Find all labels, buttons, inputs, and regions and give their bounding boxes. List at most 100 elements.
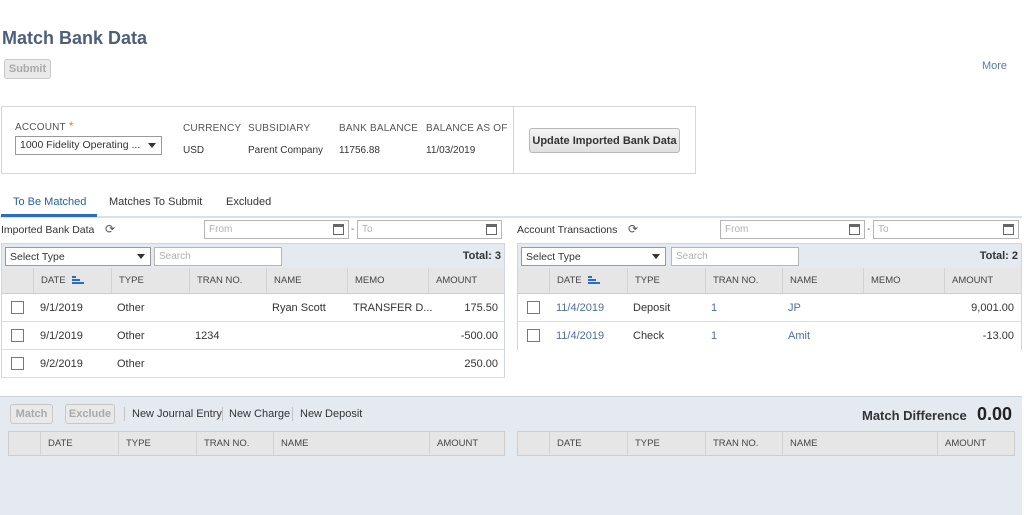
currency-label: CURRENCY	[183, 123, 242, 134]
table-row[interactable]: 9/1/2019 Other 1234 -500.00	[2, 322, 504, 350]
transactions-select-type[interactable]: Select Type	[521, 247, 666, 266]
column-amount[interactable]: AMOUNT	[937, 432, 1014, 455]
column-name[interactable]: NAME	[782, 432, 937, 455]
transactions-from-date[interactable]: From	[720, 220, 865, 239]
table-row[interactable]: 11/4/2019 Check 1 Amit -13.00	[518, 322, 1021, 350]
imported-table-header: DATE TYPE TRAN NO. NAME MEMO AMOUNT	[2, 268, 504, 294]
table-row[interactable]: 11/4/2019 Deposit 1 JP 9,001.00	[518, 294, 1021, 322]
date-range-dash: -	[867, 224, 871, 235]
transactions-filter-bar: Select Type Search Total: 2	[518, 244, 1021, 268]
column-amount[interactable]: AMOUNT	[428, 268, 504, 294]
column-tran-no[interactable]: TRAN NO.	[189, 268, 266, 294]
refresh-icon[interactable]: ⟳	[628, 222, 638, 236]
imported-select-type[interactable]: Select Type	[5, 247, 151, 266]
new-journal-entry-link[interactable]: New Journal Entry	[132, 408, 222, 420]
transactions-to-date[interactable]: To	[873, 220, 1019, 239]
table-row[interactable]: 9/1/2019 Other Ryan Scott TRANSFER D... …	[2, 294, 504, 322]
row-checkbox[interactable]	[11, 357, 24, 370]
column-name[interactable]: NAME	[266, 268, 347, 294]
balance-as-of-value: 11/03/2019	[426, 145, 476, 156]
refresh-icon[interactable]: ⟳	[105, 222, 115, 236]
tabs-divider	[0, 216, 1022, 218]
column-name[interactable]: NAME	[782, 268, 863, 294]
sort-icon[interactable]	[587, 275, 600, 285]
column-amount[interactable]: AMOUNT	[944, 268, 1021, 294]
to-placeholder: To	[878, 224, 889, 235]
column-name[interactable]: NAME	[273, 432, 429, 455]
cell-date: 9/1/2019	[40, 302, 83, 314]
imported-from-date[interactable]: From	[204, 220, 349, 239]
row-checkbox[interactable]	[527, 329, 540, 342]
calendar-icon[interactable]	[1003, 224, 1014, 235]
cell-name-link[interactable]: JP	[788, 294, 801, 322]
select-column-header	[518, 432, 549, 455]
column-type[interactable]: TYPE	[111, 268, 189, 294]
cell-name: Ryan Scott	[272, 302, 326, 314]
tab-to-be-matched[interactable]: To Be Matched	[13, 196, 86, 208]
left-match-table-header: DATE TYPE TRAN NO. NAME AMOUNT	[8, 431, 505, 456]
cell-date-link[interactable]: 11/4/2019	[556, 294, 604, 322]
exclude-button[interactable]: Exclude	[65, 404, 115, 424]
page-title: Match Bank Data	[2, 28, 148, 48]
table-row[interactable]: 9/2/2019 Other 250.00	[2, 350, 504, 378]
row-checkbox[interactable]	[11, 329, 24, 342]
column-amount[interactable]: AMOUNT	[429, 432, 504, 455]
cell-type: Check	[633, 330, 665, 342]
cell-type: Other	[117, 330, 145, 342]
account-divider	[513, 106, 514, 174]
imported-bank-data-panel: Select Type Search Total: 3 DATE TYPE TR…	[1, 243, 505, 378]
column-tran-no[interactable]: TRAN NO.	[705, 432, 782, 455]
row-checkbox[interactable]	[11, 301, 24, 314]
submit-button[interactable]: Submit	[4, 59, 51, 79]
bank-balance-label: BANK BALANCE	[339, 123, 419, 134]
column-memo[interactable]: MEMO	[347, 268, 428, 294]
column-date[interactable]: DATE	[549, 432, 627, 455]
cell-name-link[interactable]: Amit	[788, 322, 810, 350]
cell-amount: 9,001.00	[971, 302, 1014, 314]
account-select[interactable]: 1000 Fidelity Operating ...	[15, 136, 162, 155]
column-memo[interactable]: MEMO	[863, 268, 944, 294]
imported-to-date[interactable]: To	[357, 220, 502, 239]
tab-matches-to-submit[interactable]: Matches To Submit	[109, 196, 202, 208]
divider	[292, 407, 293, 421]
match-button[interactable]: Match	[10, 404, 53, 424]
column-type[interactable]: TYPE	[627, 268, 705, 294]
cell-memo: TRANSFER D...	[353, 302, 433, 314]
imported-search-input[interactable]: Search	[154, 247, 282, 266]
cell-type: Deposit	[633, 302, 671, 314]
imported-filter-bar: Select Type Search Total: 3	[2, 244, 504, 268]
bank-balance-value: 11756.88	[339, 145, 380, 156]
new-deposit-link[interactable]: New Deposit	[300, 408, 362, 420]
column-type[interactable]: TYPE	[118, 432, 196, 455]
select-column-header	[2, 268, 33, 294]
cell-tran-no: 1234	[195, 330, 220, 342]
cell-tran-no-link[interactable]: 1	[711, 294, 717, 322]
calendar-icon[interactable]	[486, 224, 497, 235]
cell-tran-no-link[interactable]: 1	[711, 322, 717, 350]
cell-type: Other	[117, 358, 145, 370]
date-range-dash: -	[351, 224, 355, 235]
column-tran-no[interactable]: TRAN NO.	[196, 432, 273, 455]
column-date[interactable]: DATE	[40, 432, 118, 455]
calendar-icon[interactable]	[333, 224, 344, 235]
update-imported-bank-data-button[interactable]: Update Imported Bank Data	[529, 128, 680, 153]
new-charge-link[interactable]: New Charge	[229, 408, 290, 420]
column-date[interactable]: DATE	[549, 268, 627, 294]
more-link[interactable]: More	[982, 60, 1007, 72]
column-date[interactable]: DATE	[33, 268, 111, 294]
right-match-table-header: DATE TYPE TRAN NO. NAME AMOUNT	[517, 431, 1015, 456]
cell-date-link[interactable]: 11/4/2019	[556, 322, 604, 350]
match-difference-label: Match Difference	[862, 408, 967, 423]
cell-type: Other	[117, 302, 145, 314]
active-tab-indicator	[1, 214, 97, 217]
row-checkbox[interactable]	[527, 301, 540, 314]
tab-excluded[interactable]: Excluded	[226, 196, 271, 208]
column-type[interactable]: TYPE	[627, 432, 705, 455]
sort-icon[interactable]	[71, 275, 84, 285]
from-placeholder: From	[209, 224, 233, 235]
transactions-search-input[interactable]: Search	[671, 247, 799, 266]
search-placeholder: Search	[676, 251, 708, 262]
subsidiary-value: Parent Company	[248, 145, 324, 156]
column-tran-no[interactable]: TRAN NO.	[705, 268, 782, 294]
calendar-icon[interactable]	[849, 224, 860, 235]
